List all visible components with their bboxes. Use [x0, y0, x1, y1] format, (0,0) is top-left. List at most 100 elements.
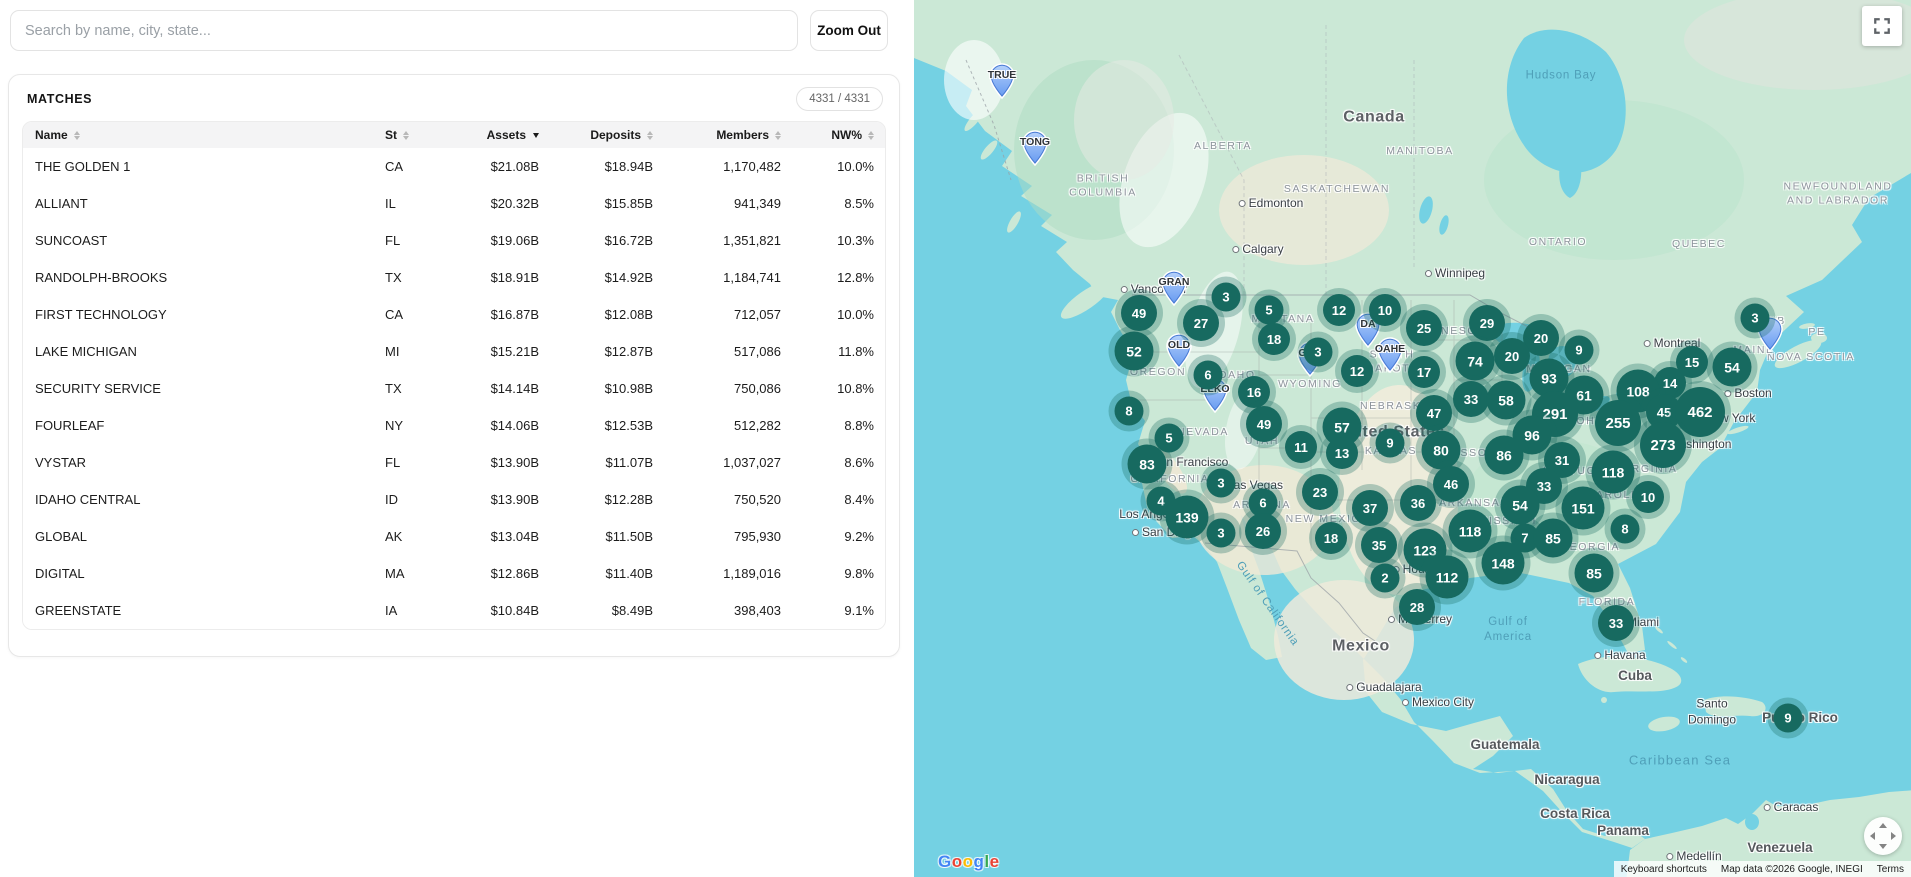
map-cluster-marker[interactable]: 118 [1591, 450, 1635, 494]
map-cluster-marker[interactable]: 18 [1258, 323, 1290, 355]
map-cluster-marker[interactable]: 36 [1400, 485, 1436, 521]
cell-deposits: $16.72B [604, 233, 653, 248]
table-row[interactable]: FOURLEAF NY $14.06B $12.53B 512,282 8.8% [23, 407, 885, 444]
map-cluster-marker[interactable]: 49 [1121, 295, 1157, 331]
keyboard-shortcuts-link[interactable]: Keyboard shortcuts [1614, 862, 1714, 877]
cell-deposits: $11.50B [605, 529, 653, 544]
map-cluster-marker[interactable]: 26 [1245, 513, 1281, 549]
map-cluster-marker[interactable]: 33 [1453, 381, 1489, 417]
map-cluster-marker[interactable]: 273 [1640, 422, 1686, 468]
table-row[interactable]: SUNCOAST FL $19.06B $16.72B 1,351,821 10.3% [23, 222, 885, 259]
map-cluster-marker[interactable]: 83 [1127, 444, 1167, 484]
map-label: Nicaragua [1534, 772, 1600, 788]
table-row[interactable]: SECURITY SERVICE TX $14.14B $10.98B 750,086 1… [23, 370, 885, 407]
cell-assets: $15.21B [490, 344, 539, 359]
map-cluster-marker[interactable]: 54 [1500, 485, 1540, 525]
map-cluster-marker[interactable]: 255 [1595, 400, 1641, 446]
map-cluster-marker[interactable]: 29 [1469, 305, 1505, 341]
map-cluster-marker[interactable]: 54 [1712, 347, 1752, 387]
map-cluster-marker[interactable]: 9 [1564, 335, 1594, 365]
map-cluster-marker[interactable]: 118 [1448, 509, 1492, 553]
table-row[interactable]: FIRST TECHNOLOGY CA $16.87B $12.08B 712,057 1… [23, 296, 885, 333]
map-cluster-marker[interactable]: 23 [1302, 474, 1338, 510]
map-cluster-marker[interactable]: 5 [1254, 295, 1284, 325]
map-cluster-marker[interactable]: 9 [1375, 428, 1405, 458]
map-cluster-marker[interactable]: 18 [1315, 522, 1347, 554]
map-label: Costa Rica [1540, 806, 1610, 822]
map-cluster-marker[interactable]: 8 [1114, 396, 1144, 426]
map-cluster-marker[interactable]: 462 [1675, 387, 1725, 437]
map-cluster-marker[interactable]: 16 [1238, 376, 1270, 408]
map-cluster-marker[interactable]: 25 [1406, 310, 1442, 346]
map-cluster-marker[interactable]: 112 [1425, 555, 1469, 599]
map-cluster-marker[interactable]: 139 [1165, 495, 1209, 539]
terms-link[interactable]: Terms [1870, 862, 1911, 877]
pan-control[interactable] [1864, 817, 1902, 855]
table-row[interactable]: VYSTAR FL $13.90B $11.07B 1,037,027 8.6% [23, 444, 885, 481]
map-cluster-marker[interactable]: 2 [1370, 563, 1400, 593]
map-canvas[interactable]: Canada United States Mexico Cuba Guatemala Ni… [914, 0, 1911, 877]
column-header-nw[interactable]: NW% [781, 128, 874, 142]
column-header-deposits[interactable]: Deposits [539, 128, 653, 142]
map-cluster-marker[interactable]: 3 [1740, 303, 1770, 333]
fullscreen-button[interactable] [1862, 6, 1902, 46]
map-cluster-marker[interactable]: 58 [1486, 380, 1526, 420]
cell-assets: $18.91B [490, 270, 539, 285]
table-row[interactable]: DIGITAL MA $12.86B $11.40B 1,189,016 9.8% [23, 555, 885, 592]
cell-st: CA [385, 159, 404, 174]
map-label: Winnipeg [1424, 266, 1485, 282]
map-cluster-marker[interactable]: 10 [1632, 481, 1664, 513]
search-input[interactable] [10, 10, 798, 51]
city-dot-icon [1666, 853, 1674, 861]
map-cluster-marker[interactable]: 10 [1369, 294, 1401, 326]
map-cluster-marker[interactable]: 148 [1481, 541, 1525, 585]
map-pin-marker[interactable]: GRAN [1159, 270, 1189, 307]
map-pin-marker[interactable]: TONG [1020, 130, 1050, 167]
map-cluster-marker[interactable]: 3 [1206, 518, 1236, 548]
map-cluster-marker[interactable]: 85 [1533, 518, 1573, 558]
map-cluster-marker[interactable]: 6 [1193, 360, 1223, 390]
table-row[interactable]: IDAHO CENTRAL ID $13.90B $12.28B 750,520 8.4% [23, 481, 885, 518]
map-cluster-marker[interactable]: 12 [1323, 294, 1355, 326]
map-cluster-marker[interactable]: 85 [1574, 553, 1614, 593]
column-header-assets[interactable]: Assets [441, 128, 539, 142]
zoom-out-button[interactable]: Zoom Out [810, 10, 888, 51]
map-cluster-marker[interactable]: 9 [1773, 703, 1803, 733]
map-cluster-marker[interactable]: 20 [1494, 338, 1530, 374]
map-pin-marker[interactable]: OAHE [1375, 337, 1405, 374]
map-cluster-marker[interactable]: 17 [1408, 356, 1440, 388]
column-header-st[interactable]: St [385, 128, 441, 142]
map-cluster-marker[interactable]: 33 [1598, 605, 1634, 641]
map-pin-marker[interactable]: TRUE [988, 63, 1016, 100]
map-cluster-marker[interactable]: 12 [1341, 355, 1373, 387]
map-cluster-marker[interactable]: 27 [1183, 305, 1219, 341]
map-cluster-marker[interactable]: 49 [1246, 406, 1282, 442]
map-cluster-marker[interactable]: 86 [1484, 435, 1524, 475]
map-cluster-marker[interactable]: 37 [1352, 490, 1388, 526]
map-pin-marker[interactable]: OLD [1166, 333, 1192, 370]
table-row[interactable]: RANDOLPH-BROOKS TX $18.91B $14.92B 1,184,741… [23, 259, 885, 296]
map-cluster-marker[interactable]: 3 [1206, 468, 1236, 498]
map-cluster-marker[interactable]: 46 [1433, 466, 1469, 502]
map-cluster-marker[interactable]: 151 [1561, 486, 1605, 530]
map-cluster-marker[interactable]: 28 [1399, 589, 1435, 625]
column-header-members[interactable]: Members [653, 128, 781, 142]
cell-name: LAKE MICHIGAN [35, 344, 137, 359]
google-logo[interactable]: Google [938, 852, 1000, 872]
table-row[interactable]: GLOBAL AK $13.04B $11.50B 795,930 9.2% [23, 518, 885, 555]
table-row[interactable]: LAKE MICHIGAN MI $15.21B $12.87B 517,086 11.8… [23, 333, 885, 370]
map-cluster-marker[interactable]: 47 [1416, 395, 1452, 431]
table-row[interactable]: ALLIANT IL $20.32B $15.85B 941,349 8.5% [23, 185, 885, 222]
map-cluster-marker[interactable]: 80 [1421, 430, 1461, 470]
column-header-name[interactable]: Name [35, 128, 385, 142]
map-cluster-marker[interactable]: 8 [1610, 514, 1640, 544]
map-cluster-marker[interactable]: 35 [1361, 527, 1397, 563]
map-cluster-marker[interactable]: 11 [1285, 431, 1317, 463]
map-cluster-marker[interactable]: 74 [1455, 341, 1495, 381]
table-row[interactable]: GREENSTATE IA $10.84B $8.49B 398,403 9.1% [23, 592, 885, 629]
map-cluster-marker[interactable]: 13 [1326, 437, 1358, 469]
table-row[interactable]: THE GOLDEN 1 CA $21.08B $18.94B 1,170,482 10.… [23, 148, 885, 185]
map-cluster-marker[interactable]: 3 [1303, 337, 1333, 367]
map-cluster-marker[interactable]: 3 [1211, 282, 1241, 312]
map-cluster-marker[interactable]: 52 [1114, 331, 1154, 371]
